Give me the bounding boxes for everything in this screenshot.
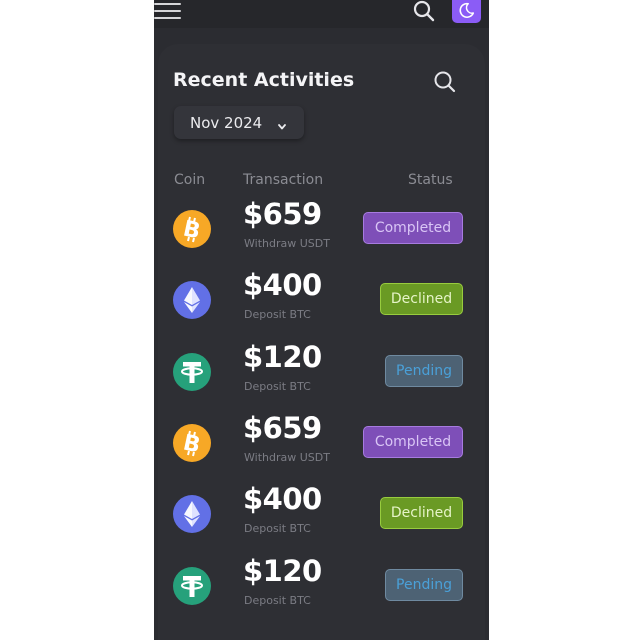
ethereum-icon bbox=[173, 281, 211, 320]
transaction-description: Deposit BTC bbox=[244, 522, 311, 536]
recent-activities-card: Recent Activities Nov 2024 Coin Transact… bbox=[158, 44, 485, 640]
theme-toggle-button[interactable] bbox=[452, 0, 481, 23]
transaction-row[interactable]: $120 Deposit BTC Pending bbox=[158, 554, 485, 622]
chevron-down-icon bbox=[277, 117, 287, 130]
tether-icon bbox=[173, 566, 211, 605]
column-header-status: Status bbox=[408, 172, 453, 188]
transaction-amount: $659 bbox=[243, 410, 322, 445]
transaction-row[interactable]: $400 Deposit BTC Declined bbox=[158, 268, 485, 336]
moon-icon bbox=[459, 2, 475, 18]
transaction-description: Withdraw USDT bbox=[244, 237, 330, 250]
transaction-row[interactable]: $400 Deposit BTC Declined bbox=[158, 482, 485, 550]
column-header-transaction: Transaction bbox=[243, 172, 324, 188]
phone-screen: Recent Activities Nov 2024 Coin Transact… bbox=[154, 0, 489, 640]
transaction-amount: $120 bbox=[243, 553, 322, 588]
transaction-description: Deposit BTC bbox=[244, 593, 311, 607]
search-icon[interactable] bbox=[432, 69, 458, 95]
transaction-row[interactable]: $120 Deposit BTC Pending bbox=[158, 340, 485, 408]
transaction-description: Withdraw USDT bbox=[244, 450, 330, 464]
transaction-amount: $659 bbox=[243, 197, 322, 231]
status-badge-declined[interactable]: Declined bbox=[380, 497, 463, 530]
month-select-value: Nov 2024 bbox=[190, 114, 263, 132]
month-select[interactable]: Nov 2024 bbox=[174, 106, 304, 139]
transaction-description: Deposit BTC bbox=[244, 379, 311, 393]
transaction-row[interactable]: B $659 Withdraw USDT Completed bbox=[158, 411, 485, 479]
search-icon[interactable] bbox=[412, 0, 436, 24]
bitcoin-icon: B bbox=[173, 423, 211, 462]
transaction-amount: $400 bbox=[243, 482, 322, 517]
transaction-description: Deposit BTC bbox=[244, 308, 311, 322]
transaction-amount: $120 bbox=[243, 339, 322, 374]
bitcoin-icon: B bbox=[173, 210, 211, 248]
transaction-amount: $400 bbox=[243, 268, 322, 303]
status-badge-completed[interactable]: Completed bbox=[363, 212, 463, 244]
status-badge-declined[interactable]: Declined bbox=[380, 283, 463, 316]
ethereum-icon bbox=[173, 495, 211, 534]
column-header-coin: Coin bbox=[174, 172, 206, 188]
top-bar bbox=[154, 0, 489, 28]
card-title: Recent Activities bbox=[173, 69, 355, 91]
stage: Recent Activities Nov 2024 Coin Transact… bbox=[0, 0, 640, 640]
hamburger-menu-icon[interactable] bbox=[154, 1, 181, 23]
transaction-row[interactable]: B $659 Withdraw USDT Completed bbox=[158, 197, 485, 265]
tether-icon bbox=[173, 352, 211, 391]
status-badge-pending[interactable]: Pending bbox=[385, 568, 463, 601]
status-badge-pending[interactable]: Pending bbox=[385, 354, 463, 387]
status-badge-completed[interactable]: Completed bbox=[363, 425, 463, 458]
